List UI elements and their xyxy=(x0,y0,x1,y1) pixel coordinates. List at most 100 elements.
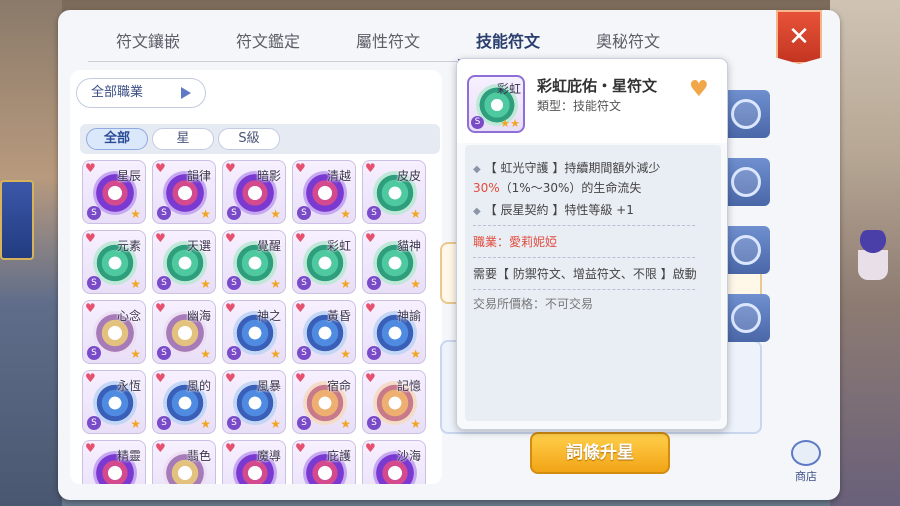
rune-cell[interactable]: ♥ 風的 S ★ xyxy=(152,370,216,434)
s-rank-badge: S xyxy=(227,206,241,220)
rune-name: 清越 xyxy=(326,169,351,183)
heart-icon: ♥ xyxy=(85,231,96,245)
rune-cell[interactable]: ♥ 彩虹 S ★ xyxy=(292,230,356,294)
star-icon: ★ xyxy=(130,347,141,361)
rune-cell[interactable]: ♥ 記憶 S ★ xyxy=(362,370,426,434)
tooltip-trade-price: 交易所價格：不可交易 xyxy=(473,297,594,311)
s-rank-badge: S xyxy=(87,346,101,360)
heart-icon: ♥ xyxy=(155,231,166,245)
rune-cell[interactable]: ♥ 元素 S ★ xyxy=(82,230,146,294)
s-rank-badge: S xyxy=(471,116,484,129)
side-tab-1[interactable] xyxy=(722,90,770,138)
heart-icon: ♥ xyxy=(365,301,376,315)
rune-cell[interactable]: ♥ 清越 S ★ xyxy=(292,160,356,224)
rune-cell[interactable]: ♥精靈S★ xyxy=(82,440,146,484)
heart-icon: ♥ xyxy=(85,371,96,385)
s-rank-badge: S xyxy=(157,346,171,360)
heart-icon: ♥ xyxy=(85,161,96,175)
filter-star[interactable]: 星 xyxy=(152,128,214,150)
heart-icon: ♥ xyxy=(295,371,306,385)
star-icon: ★ xyxy=(340,417,351,431)
s-rank-badge: S xyxy=(297,346,311,360)
favorite-heart-icon[interactable]: ♥ xyxy=(689,77,709,102)
rune-cell[interactable]: ♥沙海S★ xyxy=(362,440,426,484)
swirl-icon xyxy=(731,167,761,197)
rune-cell[interactable]: ♥ 神之 S ★ xyxy=(222,300,286,364)
heart-icon: ♥ xyxy=(295,441,306,455)
tab-rune-inlay[interactable]: 符文鑲嵌 xyxy=(88,20,208,61)
close-icon: ✕ xyxy=(788,22,810,52)
rune-name: 宿命 xyxy=(326,379,351,393)
rune-cell[interactable]: ♥庇護S★ xyxy=(292,440,356,484)
rune-name: 幽海 xyxy=(186,309,211,323)
rune-cell[interactable]: ♥ 幽海 S ★ xyxy=(152,300,216,364)
filter-s-rank[interactable]: S級 xyxy=(218,128,280,150)
divider xyxy=(473,257,695,258)
rune-cell[interactable]: ♥ 貓神 S ★ xyxy=(362,230,426,294)
tooltip-effect-1: ◆ 【 虹光守護 】持續期間額外減少 30%（1%～30%）的生命流失 xyxy=(473,159,713,197)
heart-icon: ♥ xyxy=(225,301,236,315)
filter-row: 全部 星 S級 xyxy=(80,124,440,154)
rune-name: 暗影 xyxy=(256,169,281,183)
game-background-left xyxy=(0,0,62,506)
rune-cell[interactable]: ♥ 暗影 S ★ xyxy=(222,160,286,224)
tooltip-header: 彩虹 S ★★ 彩虹庇佑・星符文 類型：技能符文 ♥ xyxy=(457,59,727,143)
tooltip-title: 彩虹庇佑・星符文 xyxy=(537,77,658,95)
rune-cell[interactable]: ♥ 韻律 S ★ xyxy=(152,160,216,224)
heart-icon: ♥ xyxy=(365,231,376,245)
star-icon: ★ xyxy=(130,207,141,221)
tab-rune-identify[interactable]: 符文鑑定 xyxy=(208,20,328,61)
close-button[interactable]: ✕ xyxy=(776,10,822,64)
rune-cell[interactable]: ♥ 黃昏 S ★ xyxy=(292,300,356,364)
background-character xyxy=(858,230,888,280)
rune-cell[interactable]: ♥ 風暴 S ★ xyxy=(222,370,286,434)
s-rank-badge: S xyxy=(367,276,381,290)
rune-cell[interactable]: ♥翡色S★ xyxy=(152,440,216,484)
rune-cell[interactable]: ♥ 天選 S ★ xyxy=(152,230,216,294)
star-icon: ★ xyxy=(200,207,211,221)
rune-name: 風暴 xyxy=(256,379,281,393)
rune-cell[interactable]: ♥ 覺醒 S ★ xyxy=(222,230,286,294)
rune-cell[interactable]: ♥ 心念 S ★ xyxy=(82,300,146,364)
rune-cell[interactable]: ♥ 宿命 S ★ xyxy=(292,370,356,434)
heart-icon: ♥ xyxy=(155,301,166,315)
s-rank-badge: S xyxy=(367,206,381,220)
s-rank-badge: S xyxy=(227,416,241,430)
heart-icon: ♥ xyxy=(225,441,236,455)
rune-cell[interactable]: ♥ 皮皮 S ★ xyxy=(362,160,426,224)
rune-cell[interactable]: ♥ 永恆 S ★ xyxy=(82,370,146,434)
heart-icon: ♥ xyxy=(85,301,96,315)
star-icon: ★ xyxy=(200,417,211,431)
rune-cell[interactable]: ♥魔導S★ xyxy=(222,440,286,484)
heart-icon: ♥ xyxy=(155,441,166,455)
s-rank-badge: S xyxy=(367,416,381,430)
shop-icon xyxy=(791,440,821,466)
rune-cell[interactable]: ♥ 星辰 S ★ xyxy=(82,160,146,224)
heart-icon: ♥ xyxy=(155,371,166,385)
tooltip-job: 職業：愛莉妮婭 xyxy=(473,235,558,249)
side-tab-3[interactable] xyxy=(722,226,770,274)
tab-attribute-rune[interactable]: 屬性符文 xyxy=(328,20,448,61)
divider xyxy=(473,225,695,226)
upgrade-button[interactable]: 詞條升星 xyxy=(530,432,670,474)
shop-button[interactable]: 商店 xyxy=(788,440,824,484)
star-icon: ★ xyxy=(410,347,421,361)
star-icon: ★ xyxy=(200,277,211,291)
rune-name: 風的 xyxy=(186,379,211,393)
rune-name: 覺醒 xyxy=(256,239,281,253)
heart-icon: ♥ xyxy=(85,441,96,455)
star-badge-icon xyxy=(731,99,761,129)
rune-cell[interactable]: ♥ 神諭 S ★ xyxy=(362,300,426,364)
side-tab-2[interactable] xyxy=(722,158,770,206)
side-tab-4[interactable] xyxy=(722,294,770,342)
tooltip-rune-name: 彩虹 xyxy=(496,82,521,96)
shield-icon xyxy=(731,235,761,265)
filter-all[interactable]: 全部 xyxy=(86,128,148,150)
tooltip-effect-2: ◆ 【 辰星契約 】特性等級 +1 xyxy=(473,201,713,221)
job-filter-button[interactable]: 全部職業 xyxy=(76,78,206,108)
tab-arcane-rune[interactable]: 奧秘符文 xyxy=(568,20,688,61)
tab-skill-rune[interactable]: 技能符文 xyxy=(448,20,568,62)
star-icon: ★ xyxy=(340,207,351,221)
diamond-icon: ◆ xyxy=(473,206,481,217)
rune-name: 貓神 xyxy=(396,239,421,253)
